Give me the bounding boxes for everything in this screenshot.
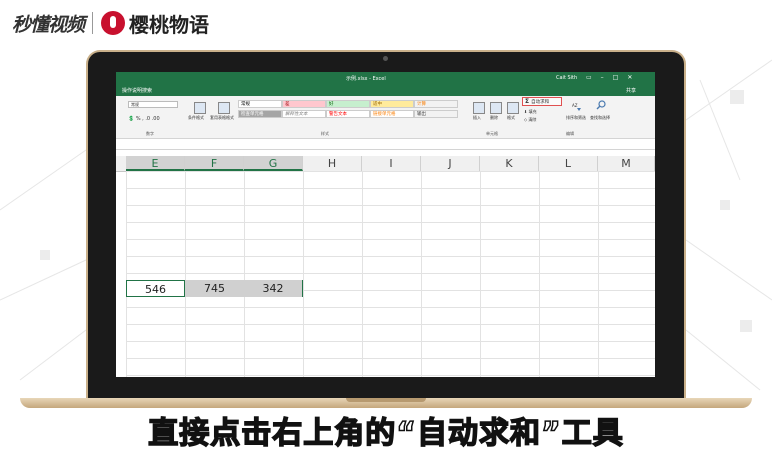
ribbon-display-icon[interactable]: ▭ [586,74,592,81]
grid-row-line [126,273,655,274]
grid-row-line [126,205,655,206]
window-controls: ▭ – □ ✕ [586,74,632,81]
formula-bar[interactable] [116,139,655,150]
grid-col-line [362,171,363,377]
format-table-icon[interactable] [218,102,230,114]
insert-label: 插入 [473,115,481,120]
autosum-label: 自动求和 [531,100,550,105]
user-name[interactable]: Cait Sith [556,75,577,81]
magnifier-icon[interactable] [596,100,606,110]
group-cells-label: 单元格 [486,131,498,136]
miaodong-logo-text: 秒懂视频 [12,13,85,36]
yingtao-logo-text: 樱桃物语 [129,12,210,37]
fill-label: 填充 [528,109,537,114]
grid-row-line [126,239,655,240]
number-format-buttons[interactable]: 💲 % , .0 .00 [128,116,160,122]
grid-row-line [126,171,655,172]
format-cells-icon[interactable] [507,102,519,114]
conditional-format-icon[interactable] [194,102,206,114]
excel-window: 示例.xlsx - Excel Cait Sith ▭ – □ ✕ 操作说明搜索… [116,72,655,377]
grid-col-line [303,171,304,377]
cell-e-value[interactable]: 546 [126,280,185,297]
clear-label: 清除 [528,117,537,122]
logo-separator [92,12,94,34]
grid-row-line [126,375,655,376]
sort-filter-label: 排序和筛选 [566,115,586,120]
webcam-icon [383,56,388,61]
group-editing-label: 编辑 [566,131,574,136]
style-neutral[interactable]: 适中 [370,100,414,108]
grid-row-line [126,341,655,342]
grid-row-line [126,324,655,325]
column-header-e[interactable]: E [126,156,185,171]
grid-col-line [244,171,245,377]
cherry-icon [101,11,126,35]
grid-col-line [539,171,540,377]
tab-bar: 操作说明搜索 共享 [116,84,655,96]
cell-f-value[interactable]: 745 [185,280,244,297]
format-label: 格式 [507,115,515,120]
column-header-m[interactable]: M [598,156,655,171]
number-format-dropdown[interactable]: 常规 [128,101,178,108]
style-good[interactable]: 好 [326,100,370,108]
clear-button[interactable]: ◇ 清除 [524,117,536,123]
grid-row-line [126,188,655,189]
grid-row-line [126,222,655,223]
column-header-i[interactable]: I [362,156,421,171]
tell-me-search[interactable]: 操作说明搜索 [122,87,152,94]
column-header-l[interactable]: L [539,156,598,171]
style-warning[interactable]: 警告文本 [326,110,370,118]
conditional-format-label: 条件格式 [188,115,204,120]
style-calculation[interactable]: 计算 [414,100,458,108]
grid-col-line [598,171,599,377]
close-icon[interactable]: ✕ [627,74,632,81]
column-header-g[interactable]: G [244,156,303,171]
insert-cells-icon[interactable] [473,102,485,114]
column-header-j[interactable]: J [421,156,480,171]
ribbon-home: 常规 💲 % , .0 .00 数字 条件格式 套用表格格式 常规 差 好 适中… [116,96,655,139]
grid-col-line [421,171,422,377]
grid-col-line [126,171,127,377]
find-select-label: 查找和选择 [590,115,610,120]
sort-filter-icon[interactable]: AZ [572,102,582,112]
grid-row-line [126,256,655,257]
style-check-cell[interactable]: 检查单元格 [238,110,282,118]
delete-cells-icon[interactable] [490,102,502,114]
column-header-f[interactable]: F [185,156,244,171]
sigma-icon: Σ [525,98,530,105]
svg-text:AZ: AZ [572,103,578,108]
style-explanatory[interactable]: 解释性文本 [282,110,326,118]
style-normal[interactable]: 常规 [238,100,282,108]
format-table-label: 套用表格格式 [210,115,234,120]
style-linked[interactable]: 链接单元格 [370,110,414,118]
subtitle-caption: 直接点击右上角的“自动求和”工具 [148,415,624,452]
grid-row-line [126,307,655,308]
laptop-base-notch [346,398,426,402]
fill-button[interactable]: ⬇ 填充 [524,109,537,115]
column-headers: E F G H I J K L M [116,156,655,172]
group-number-label: 数字 [146,131,154,136]
style-bad[interactable]: 差 [282,100,326,108]
autosum-button[interactable]: Σ 自动求和 [522,97,562,106]
share-button[interactable]: 共享 [626,87,636,94]
minimize-icon[interactable]: – [601,74,604,81]
window-title: 示例.xlsx - Excel [346,76,386,82]
column-header-k[interactable]: K [480,156,539,171]
grid-col-line [185,171,186,377]
delete-label: 删除 [490,115,498,120]
style-output[interactable]: 输出 [414,110,458,118]
watermark-logo: 秒懂视频 樱桃物语 [12,8,209,38]
column-header-h[interactable]: H [303,156,362,171]
cell-g-value[interactable]: 342 [244,280,303,297]
grid-row-line [126,358,655,359]
title-bar: 示例.xlsx - Excel Cait Sith ▭ – □ ✕ [116,72,655,84]
cell-grid[interactable] [116,171,655,377]
grid-col-line [480,171,481,377]
group-styles-label: 样式 [321,131,329,136]
maximize-icon[interactable]: □ [613,74,619,81]
